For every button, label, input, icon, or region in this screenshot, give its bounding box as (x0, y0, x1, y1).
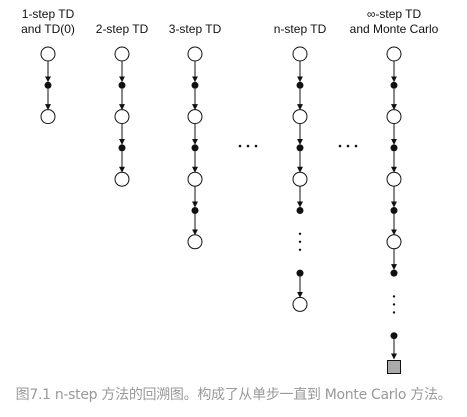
action-node (44, 81, 52, 89)
column-label-line: 3-step TD (168, 22, 222, 36)
state-node (292, 171, 308, 187)
state-node (386, 234, 402, 250)
state-node (386, 46, 402, 62)
horizontal-ellipsis-dot (254, 144, 258, 148)
action-node (118, 81, 126, 89)
state-node (386, 109, 402, 125)
action-node (296, 207, 304, 214)
vertical-ellipsis-dot (392, 295, 396, 298)
vertical-ellipsis-dot (298, 248, 302, 251)
action-node (296, 144, 304, 152)
action-node (390, 81, 398, 89)
vertical-ellipsis-dot (298, 232, 302, 235)
state-node (114, 109, 130, 125)
column-label-line: 1-step TD (21, 7, 75, 21)
vertical-ellipsis-dot (298, 240, 302, 243)
action-node (191, 207, 199, 214)
figure-caption: 图7.1 n-step 方法的回溯图。构成了从单步一直到 Monte Carlo… (15, 387, 452, 403)
vertical-ellipsis-dot (392, 303, 396, 306)
action-node (191, 81, 199, 89)
state-node (114, 171, 130, 187)
horizontal-ellipsis-dot (346, 144, 350, 148)
action-node (296, 269, 304, 277)
horizontal-ellipsis-dot (246, 144, 250, 148)
action-node (296, 81, 304, 89)
state-node (292, 296, 308, 312)
state-node (187, 46, 203, 62)
state-node (187, 109, 203, 125)
action-node (390, 207, 398, 214)
state-node (40, 109, 56, 125)
action-node (118, 144, 126, 152)
state-node (114, 46, 130, 62)
column-label-line: ∞-step TD (366, 7, 422, 21)
column-label-line: and Monte Carlo (349, 22, 439, 36)
horizontal-ellipsis-dot (354, 144, 358, 148)
column-label: ∞-step TD and Monte Carlo (339, 7, 449, 37)
column-label: 3-step TD (140, 22, 250, 37)
horizontal-ellipsis-dot (238, 144, 242, 148)
horizontal-ellipsis-dot (338, 144, 342, 148)
state-node (187, 234, 203, 250)
terminal-node (387, 360, 401, 374)
state-node (386, 171, 402, 187)
backup-diagram (40, 46, 402, 374)
state-node (187, 171, 203, 187)
state-node (40, 46, 56, 62)
action-node (390, 269, 398, 277)
state-node (292, 109, 308, 125)
action-node (191, 144, 199, 152)
action-node (390, 144, 398, 152)
state-node (292, 46, 308, 62)
action-node (390, 332, 398, 340)
vertical-ellipsis-dot (392, 311, 396, 314)
